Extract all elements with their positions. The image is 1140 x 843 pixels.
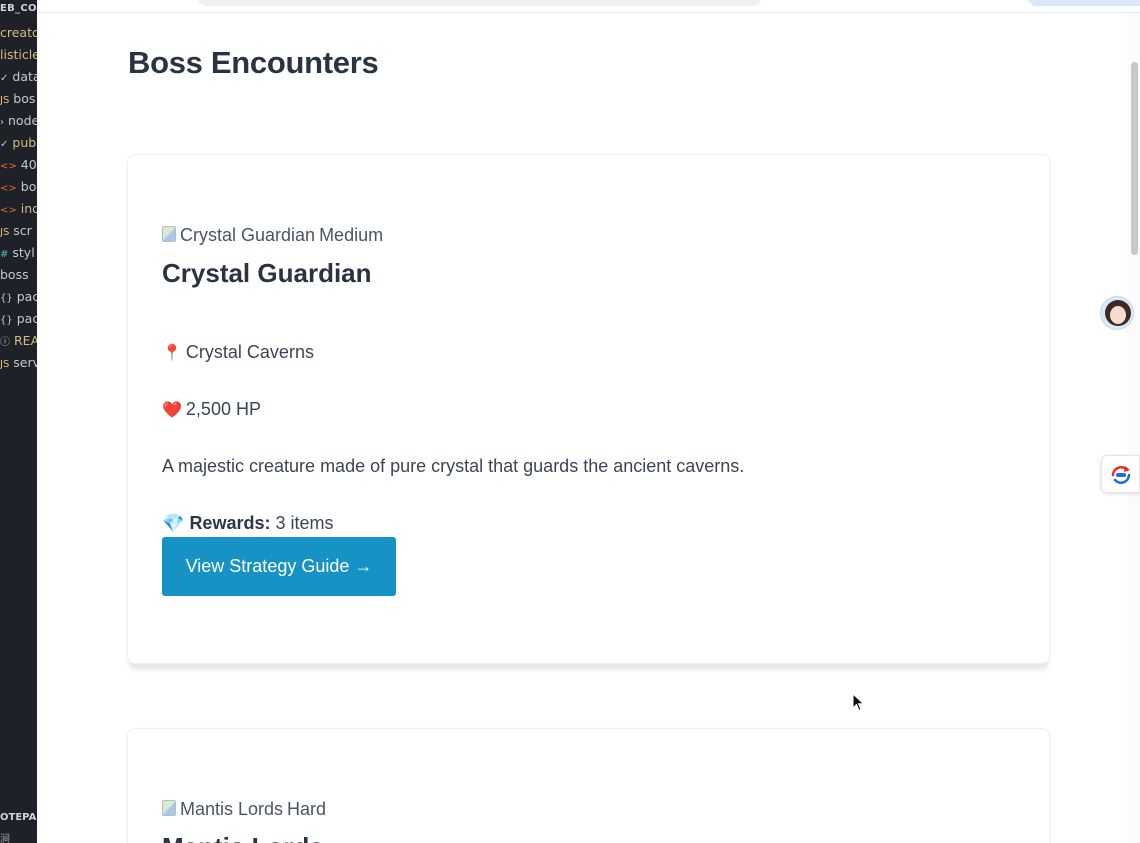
explorer-item[interactable]: ⓘ READ (0, 330, 37, 352)
boss-name: Mantis Lords (162, 832, 324, 843)
page-title: Boss Encounters (128, 45, 379, 80)
boss-image-row: Crystal Guardian Medium (162, 225, 383, 246)
file-type-icon: › (0, 117, 4, 128)
translate-widget[interactable] (1101, 455, 1140, 493)
explorer-item-label: data (12, 69, 37, 84)
explorer-item-label: boss (0, 267, 29, 282)
heart-icon: ❤️ (162, 402, 182, 419)
boss-hp: ❤️ 2,500 HP (162, 399, 261, 420)
pin-icon: 📍 (162, 345, 182, 362)
explorer-item[interactable]: JSserve (0, 352, 37, 374)
page-content: Boss Encounters Crystal Guardian Medium C… (37, 13, 1127, 843)
rewards-value: 3 items (275, 513, 334, 533)
file-type-icon: <> (0, 161, 17, 172)
address-bar[interactable] (197, 0, 762, 6)
view-strategy-guide-button[interactable]: View Strategy Guide → (162, 537, 396, 596)
boss-image: Mantis Lords (162, 799, 283, 820)
file-type-icon: {} (0, 315, 13, 326)
explorer-footer-glyph: 涧 (0, 834, 10, 843)
explorer-item-label: listicle (0, 47, 37, 62)
explorer-item-label: pack (16, 311, 37, 326)
boss-image-row: Mantis Lords Hard (162, 799, 326, 820)
explorer-item[interactable]: listicle (0, 44, 37, 66)
file-type-icon: JS (0, 95, 10, 106)
gem-icon: 💎 (162, 513, 185, 533)
explorer-item-label: READ (14, 333, 37, 348)
boss-image: Crystal Guardian (162, 225, 315, 246)
explorer-item-label: creato (0, 25, 37, 40)
file-type-icon: ✓ (0, 139, 9, 150)
avatar-face (1110, 306, 1126, 324)
file-type-icon: ✓ (0, 73, 9, 84)
explorer-item[interactable]: creato (0, 22, 37, 44)
explorer-item[interactable]: # styl (0, 242, 35, 264)
explorer-item-label: pack (16, 289, 37, 304)
explorer-item[interactable]: <>bos (0, 176, 37, 198)
explorer-item-label: styl (12, 245, 35, 260)
explorer-item[interactable]: {}pack (0, 286, 37, 308)
difficulty-badge: Medium (319, 225, 384, 245)
explorer-item[interactable]: JS scr (0, 220, 32, 242)
scrollbar-thumb[interactable] (1131, 62, 1138, 255)
file-type-icon: <> (0, 183, 17, 194)
file-type-icon: {} (0, 293, 13, 304)
boss-card: Crystal Guardian Medium Crystal Guardian … (127, 154, 1050, 664)
translate-icon (1111, 466, 1131, 484)
editor-file-explorer: EB_CO creatolisticle✓dataJSbos›node✓publ… (0, 0, 37, 843)
explorer-item-label: serve (13, 355, 37, 370)
explorer-header: EB_CO (0, 3, 37, 14)
file-type-icon: JS (0, 359, 10, 370)
file-type-icon: ⓘ (0, 337, 10, 348)
difficulty-badge: Hard (287, 799, 327, 819)
explorer-item-label: 404 (20, 157, 37, 172)
boss-rewards: 💎 Rewards: 3 items (162, 513, 334, 534)
location-text: Crystal Caverns (185, 342, 314, 362)
explorer-item[interactable]: <>inde (0, 198, 37, 220)
boss-name: Crystal Guardian (162, 258, 372, 288)
rewards-label: Rewards: (189, 513, 271, 533)
topbar-action-button[interactable] (1027, 0, 1140, 6)
mouse-pointer-icon (852, 693, 865, 712)
explorer-footer: OTEPAD (0, 812, 37, 823)
boss-location: 📍 Crystal Caverns (162, 342, 314, 363)
hp-text: 2,500 HP (185, 399, 261, 419)
boss-description: A majestic creature made of pure crystal… (162, 456, 745, 476)
explorer-item[interactable]: JS bos (0, 88, 35, 110)
file-type-icon: <> (0, 205, 17, 216)
explorer-item[interactable]: › node (0, 110, 37, 132)
explorer-item-label: bos (20, 179, 37, 194)
browser-topbar (37, 0, 1140, 13)
explorer-item-label: scr (13, 223, 32, 238)
explorer-item-label: inde (20, 201, 37, 216)
explorer-item[interactable]: {}pack (0, 308, 37, 330)
file-type-icon: # (0, 249, 9, 260)
explorer-item[interactable]: ✓publi (0, 132, 37, 154)
explorer-item-label: publi (12, 135, 37, 150)
file-type-icon: JS (0, 227, 10, 238)
explorer-item[interactable]: boss (0, 264, 29, 286)
explorer-item[interactable]: ✓ data (0, 66, 37, 88)
user-avatar-icon[interactable] (1100, 296, 1134, 330)
explorer-item[interactable]: <>404 (0, 154, 37, 176)
boss-card: Mantis LordsHard Mantis Lords (127, 728, 1050, 843)
explorer-item-label: bos (13, 91, 36, 106)
explorer-item-label: node (8, 113, 37, 128)
